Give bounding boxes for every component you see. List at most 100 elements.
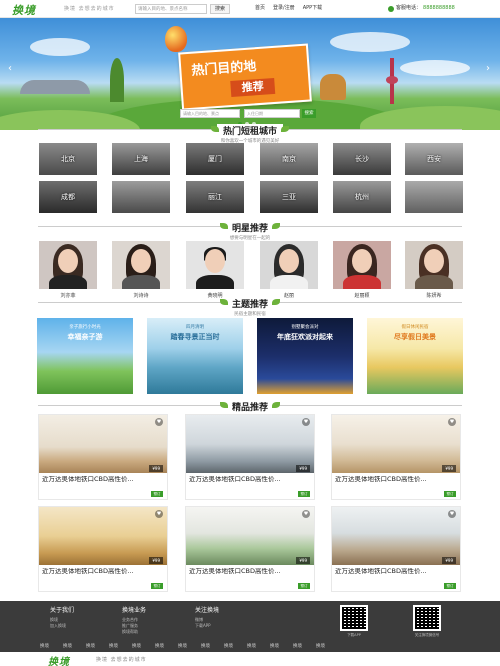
footer-link[interactable]: 换境 (178, 643, 187, 649)
listing-title[interactable]: 近万达奥体地铁口CBD高性价... (335, 568, 435, 582)
listing-card[interactable]: ♥ ¥99 近万达奥体地铁口CBD高性价... 预订 (38, 414, 168, 500)
footer-link[interactable]: 换境 (86, 643, 95, 649)
featured-header: 精品推荐 (0, 400, 500, 413)
footer-link[interactable]: 加入换境 (50, 623, 74, 629)
book-button[interactable]: 预订 (444, 583, 456, 589)
banner-date-input[interactable]: 入住日期 (244, 109, 300, 118)
listing-card[interactable]: ♥ ¥99 近万达奥体地铁口CBD高性价... 预订 (331, 506, 461, 592)
city-name: 三亚 (282, 193, 296, 201)
nav-login[interactable]: 登录/注册 (273, 4, 295, 13)
footer-link[interactable]: 换境 (132, 643, 141, 649)
footer-link[interactable]: 换境帮助 (122, 629, 146, 635)
listing-photo (186, 507, 314, 565)
footer-follow: 关注换境 微博 下载APP (195, 605, 219, 629)
qr-code-wechat (413, 605, 441, 631)
city-tile[interactable]: 南京 (260, 143, 318, 175)
nav-app[interactable]: APP下载 (303, 4, 322, 13)
footer-link[interactable]: 换境 (316, 643, 325, 649)
heart-icon[interactable]: ♥ (155, 418, 163, 426)
city-tile[interactable]: 三亚 (260, 181, 318, 213)
heart-icon[interactable]: ♥ (448, 418, 456, 426)
listing-title[interactable]: 近万达奥体地铁口CBD高性价... (42, 568, 142, 582)
themes-header: 主题推荐 民宿主题和民宿 (0, 297, 500, 317)
listing-title[interactable]: 近万达奥体地铁口CBD高性价... (189, 568, 289, 582)
star-card[interactable]: 赵丽 (260, 241, 318, 299)
footer-logo[interactable]: 换境 (48, 653, 70, 666)
star-photo (39, 241, 97, 289)
city-tile[interactable] (112, 181, 170, 213)
footer-link[interactable]: 换境 (40, 643, 49, 649)
star-photo (186, 241, 244, 289)
city-tile[interactable]: 北京 (39, 143, 97, 175)
search-input[interactable]: 请输入目的地、景点名称 (135, 4, 207, 14)
listing-title[interactable]: 近万达奥体地铁口CBD高性价... (335, 476, 435, 490)
city-tile[interactable] (405, 181, 463, 213)
heart-icon[interactable]: ♥ (155, 510, 163, 518)
listing-title[interactable]: 近万达奥体地铁口CBD高性价... (189, 476, 289, 490)
theme-card[interactable]: 假日休闲民宿 尽享假日美景 (367, 318, 463, 394)
city-tile[interactable]: 厦门 (186, 143, 244, 175)
themes-subtitle: 民宿主题和民宿 (234, 312, 266, 317)
listing-photo (39, 507, 167, 565)
footer-link[interactable]: 换境 (293, 643, 302, 649)
listing-card[interactable]: ♥ ¥99 近万达奥体地铁口CBD高性价... 预订 (185, 506, 315, 592)
city-tile[interactable]: 西安 (405, 143, 463, 175)
city-name: 杭州 (355, 193, 369, 201)
footer-link[interactable]: 换境 (201, 643, 210, 649)
banner-title: 热门目的地 (190, 59, 257, 79)
listing-card[interactable]: ♥ ¥99 近万达奥体地铁口CBD高性价... 预订 (331, 414, 461, 500)
heart-icon[interactable]: ♥ (448, 510, 456, 518)
footer-link[interactable]: 换境 (109, 643, 118, 649)
book-button[interactable]: 预订 (151, 491, 163, 497)
heart-icon[interactable]: ♥ (302, 510, 310, 518)
top-bar: 换境 换境 去想去的城市 请输入目的地、景点名称 搜索 首页 登录/注册 APP… (0, 0, 500, 18)
banner-prev-icon[interactable]: ‹ (8, 63, 12, 74)
city-tile[interactable]: 丽江 (186, 181, 244, 213)
nav-home[interactable]: 首页 (255, 4, 265, 13)
footer-link[interactable]: 换境 (247, 643, 256, 649)
site-logo[interactable]: 换境 (12, 2, 36, 18)
footer-link[interactable]: 换境 (155, 643, 164, 649)
banner-subtitle: 推荐 (230, 77, 276, 98)
banner-search-input[interactable]: 请输入目的地、景点 (180, 109, 240, 118)
book-button[interactable]: 预订 (298, 491, 310, 497)
city-tile[interactable]: 上海 (112, 143, 170, 175)
footer-link[interactable]: 换境 (270, 643, 279, 649)
book-button[interactable]: 预订 (444, 491, 456, 497)
star-card[interactable]: 刘诗诗 (112, 241, 170, 299)
theme-title: 尽享假日美景 (394, 333, 436, 341)
theme-tag: 别墅聚会派对 (291, 325, 319, 330)
listing-price: ¥99 (442, 557, 456, 564)
top-nav: 首页 登录/注册 APP下载 (255, 4, 322, 13)
star-card[interactable]: 赵丽颖 (333, 241, 391, 299)
footer-link[interactable]: 换境 (224, 643, 233, 649)
city-tile[interactable]: 长沙 (333, 143, 391, 175)
theme-card[interactable]: 亲子旅行小时光 幸福亲子游 (37, 318, 133, 394)
search-button[interactable]: 搜索 (210, 4, 230, 14)
banner-search-button[interactable]: 搜索 (302, 109, 316, 118)
hero-banner[interactable]: 热门目的地 推荐 请输入目的地、景点 入住日期 搜索 ‹ › (0, 18, 500, 130)
stars-title: 明星推荐 (219, 221, 274, 234)
book-button[interactable]: 预订 (151, 583, 163, 589)
theme-card[interactable]: 四月清明 踏春寻景正当时 (147, 318, 243, 394)
heart-icon[interactable]: ♥ (302, 418, 310, 426)
listing-title[interactable]: 近万达奥体地铁口CBD高性价... (42, 476, 142, 490)
star-card[interactable]: 刘亦菲 (39, 241, 97, 299)
city-tile[interactable]: 杭州 (333, 181, 391, 213)
footer-follow-title: 关注换境 (195, 607, 220, 614)
theme-card[interactable]: 别墅聚会派对 年底狂欢派对起来 (257, 318, 353, 394)
hot-cities-title: 热门短租城市 (210, 124, 283, 137)
footer-link[interactable]: 下载APP (195, 623, 219, 629)
book-button[interactable]: 预订 (298, 583, 310, 589)
star-card[interactable]: 黄晓明 (186, 241, 244, 299)
listing-card[interactable]: ♥ ¥99 近万达奥体地铁口CBD高性价... 预订 (185, 414, 315, 500)
star-photo (405, 241, 463, 289)
city-tile[interactable]: 成都 (39, 181, 97, 213)
footer-bottom: 换境 换境 去想去的城市 (0, 652, 500, 666)
banner-next-icon[interactable]: › (486, 63, 490, 74)
footer-link[interactable]: 换境 (63, 643, 72, 649)
city-name: 上海 (134, 155, 148, 163)
star-card[interactable]: 陈妍希 (405, 241, 463, 299)
theme-title: 年底狂欢派对起来 (277, 333, 333, 341)
listing-card[interactable]: ♥ ¥99 近万达奥体地铁口CBD高性价... 预订 (38, 506, 168, 592)
